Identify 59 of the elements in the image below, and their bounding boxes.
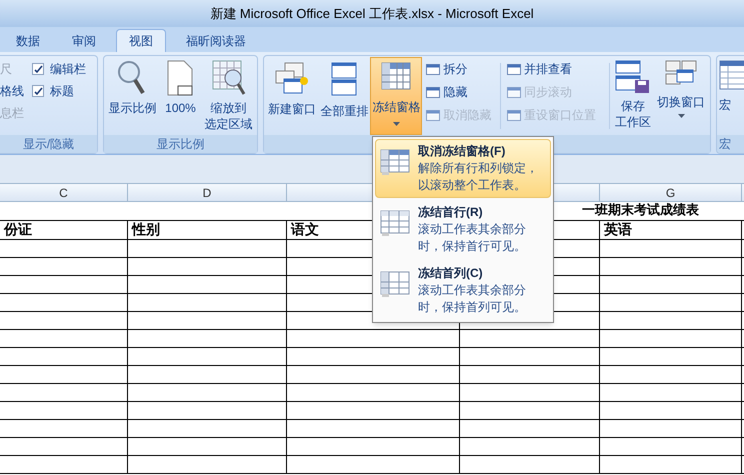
menu-item-description: 滚动工作表其余部分 bbox=[418, 282, 526, 299]
frozen-grid-icon bbox=[381, 62, 412, 92]
checkbox-label: 标题 bbox=[50, 83, 74, 100]
ribbon-tab[interactable]: 数据 bbox=[0, 29, 56, 52]
window-icon bbox=[426, 110, 440, 120]
ribbon-button[interactable]: 切换窗口 bbox=[654, 57, 708, 135]
checkbox[interactable] bbox=[32, 85, 44, 97]
ribbon-button[interactable]: 隐藏 bbox=[426, 82, 498, 102]
checkbox-label: 尺 bbox=[0, 61, 13, 78]
ribbon-button[interactable]: 新建窗口 bbox=[266, 57, 318, 135]
sheet-title: 一班期末考试成绩表 bbox=[582, 202, 699, 220]
group-label: 宏 bbox=[717, 135, 744, 153]
grid-icon bbox=[380, 271, 410, 297]
window-icon bbox=[506, 86, 521, 98]
window-icon bbox=[426, 64, 440, 74]
table-cell: 性别 bbox=[128, 221, 287, 239]
window-title: 新建 Microsoft Office Excel 工作表.xlsx - Microsoft Excel bbox=[210, 4, 534, 23]
checkbox-label: 息栏 bbox=[0, 105, 25, 122]
checkbox-label: 编辑栏 bbox=[50, 61, 86, 78]
save-workspace-icon bbox=[615, 60, 652, 94]
column-header[interactable]: D bbox=[128, 184, 287, 201]
menu-item-description: 时，保持首行可见。 bbox=[418, 238, 526, 255]
window-icon bbox=[506, 110, 521, 120]
window-icon bbox=[506, 64, 521, 74]
caret-icon bbox=[392, 122, 400, 126]
ribbon-button[interactable]: 并排查看 bbox=[506, 59, 608, 79]
grid-icon bbox=[380, 210, 410, 236]
menu-item-description: 解除所有行和列锁定， bbox=[418, 160, 538, 177]
column-header[interactable]: C bbox=[0, 184, 128, 201]
column-header[interactable]: G bbox=[600, 184, 742, 201]
grid-icon bbox=[380, 149, 410, 175]
group-label: 显示/隐藏 bbox=[0, 135, 97, 153]
windows-icon bbox=[275, 62, 310, 94]
ribbon-button[interactable]: 显示比例 bbox=[108, 60, 156, 135]
ribbon-tab[interactable]: 视图 bbox=[116, 29, 166, 52]
zoom-grid-icon bbox=[212, 60, 246, 96]
menu-item[interactable]: 取消冻结窗格(F) 解除所有行和列锁定， 以滚动整个工作表。 bbox=[375, 139, 551, 198]
ribbon-button[interactable]: 冻结窗格 bbox=[370, 57, 422, 135]
ribbon-button[interactable]: 全部重排 bbox=[318, 57, 370, 135]
checkbox[interactable] bbox=[32, 63, 44, 75]
menu-item-description: 以滚动整个工作表。 bbox=[418, 177, 527, 194]
ribbon-tab[interactable]: 审阅 bbox=[56, 29, 112, 52]
checkbox-label: 格线 bbox=[0, 83, 25, 100]
group-label: 显示比例 bbox=[104, 135, 257, 153]
ribbon-button[interactable]: 100% bbox=[165, 60, 196, 135]
menu-item-description: 时，保持首列可见。 bbox=[418, 299, 526, 316]
menu-item[interactable]: 冻结首列(C) 滚动工作表其余部分 时，保持首列可见。 bbox=[375, 261, 551, 320]
table-cell: 份证 bbox=[0, 221, 128, 239]
table-cell: 英语 bbox=[600, 221, 742, 239]
ribbon-tab[interactable]: 福昕阅读器 bbox=[170, 29, 262, 52]
page-icon bbox=[166, 60, 194, 96]
ribbon-button[interactable]: 缩放到 选定区域 bbox=[204, 60, 253, 135]
macro-button[interactable]: 宏 bbox=[717, 56, 744, 135]
window-icon bbox=[426, 86, 440, 98]
stacked-windows-icon bbox=[331, 62, 358, 96]
caret-icon bbox=[678, 114, 685, 118]
sheet-icon bbox=[719, 60, 744, 90]
ribbon-button[interactable]: 拆分 bbox=[426, 59, 498, 79]
ribbon-button[interactable]: 保存 工作区 bbox=[612, 57, 654, 135]
